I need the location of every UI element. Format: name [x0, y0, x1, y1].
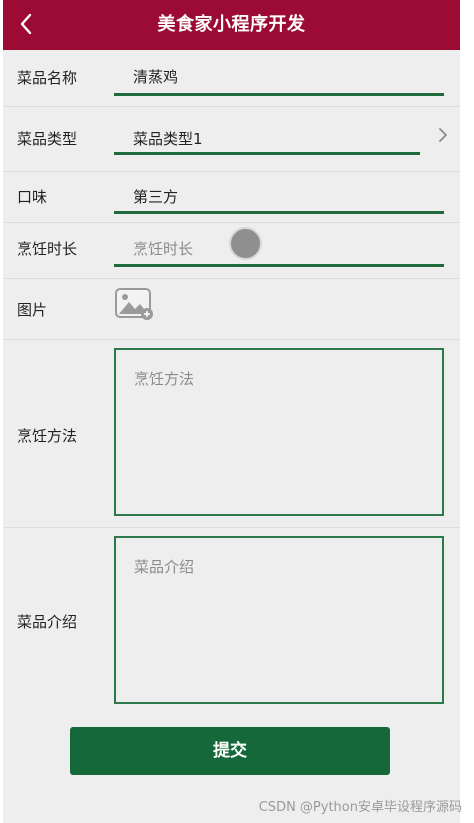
image-upload-icon[interactable]: [114, 287, 154, 321]
intro-placeholder: 菜品介绍: [134, 558, 195, 576]
dish-type-select[interactable]: 菜品类型1: [133, 128, 203, 149]
row-image: 图片: [3, 279, 460, 340]
app-screen: 美食家小程序开发 菜品名称 清蒸鸡 菜品类型 菜品类型1 口味 第三方 烹饪时长…: [3, 0, 460, 823]
dish-name-input[interactable]: 清蒸鸡: [133, 66, 178, 87]
intro-label: 菜品介绍: [17, 613, 78, 631]
taste-input[interactable]: 第三方: [133, 186, 178, 207]
touch-indicator: [229, 227, 262, 260]
intro-textarea[interactable]: 菜品介绍: [114, 536, 444, 704]
method-placeholder: 烹饪方法: [134, 370, 195, 388]
row-method: 烹饪方法 烹饪方法: [3, 340, 460, 528]
page-title: 美食家小程序开发: [157, 14, 306, 35]
duration-input[interactable]: 烹饪时长: [133, 238, 193, 259]
dish-type-label: 菜品类型: [17, 130, 78, 148]
row-dish-type: 菜品类型 菜品类型1: [3, 107, 460, 172]
duration-underline: [114, 264, 444, 267]
watermark: CSDN @Python安卓毕设程序源码: [258, 800, 462, 815]
row-intro: 菜品介绍 菜品介绍: [3, 528, 460, 714]
app-header: 美食家小程序开发: [3, 0, 460, 50]
dish-name-label: 菜品名称: [17, 69, 78, 87]
taste-underline: [114, 211, 444, 214]
row-taste: 口味 第三方: [3, 172, 460, 223]
row-dish-name: 菜品名称 清蒸鸡: [3, 50, 460, 107]
method-label: 烹饪方法: [17, 427, 78, 445]
chevron-right-icon[interactable]: [438, 127, 448, 143]
dish-name-underline: [114, 93, 444, 96]
duration-label: 烹饪时长: [17, 240, 78, 258]
submit-button[interactable]: 提交: [70, 727, 390, 775]
method-textarea[interactable]: 烹饪方法: [114, 348, 444, 516]
image-label: 图片: [17, 301, 48, 319]
dish-type-underline: [114, 152, 420, 155]
taste-label: 口味: [17, 188, 48, 206]
